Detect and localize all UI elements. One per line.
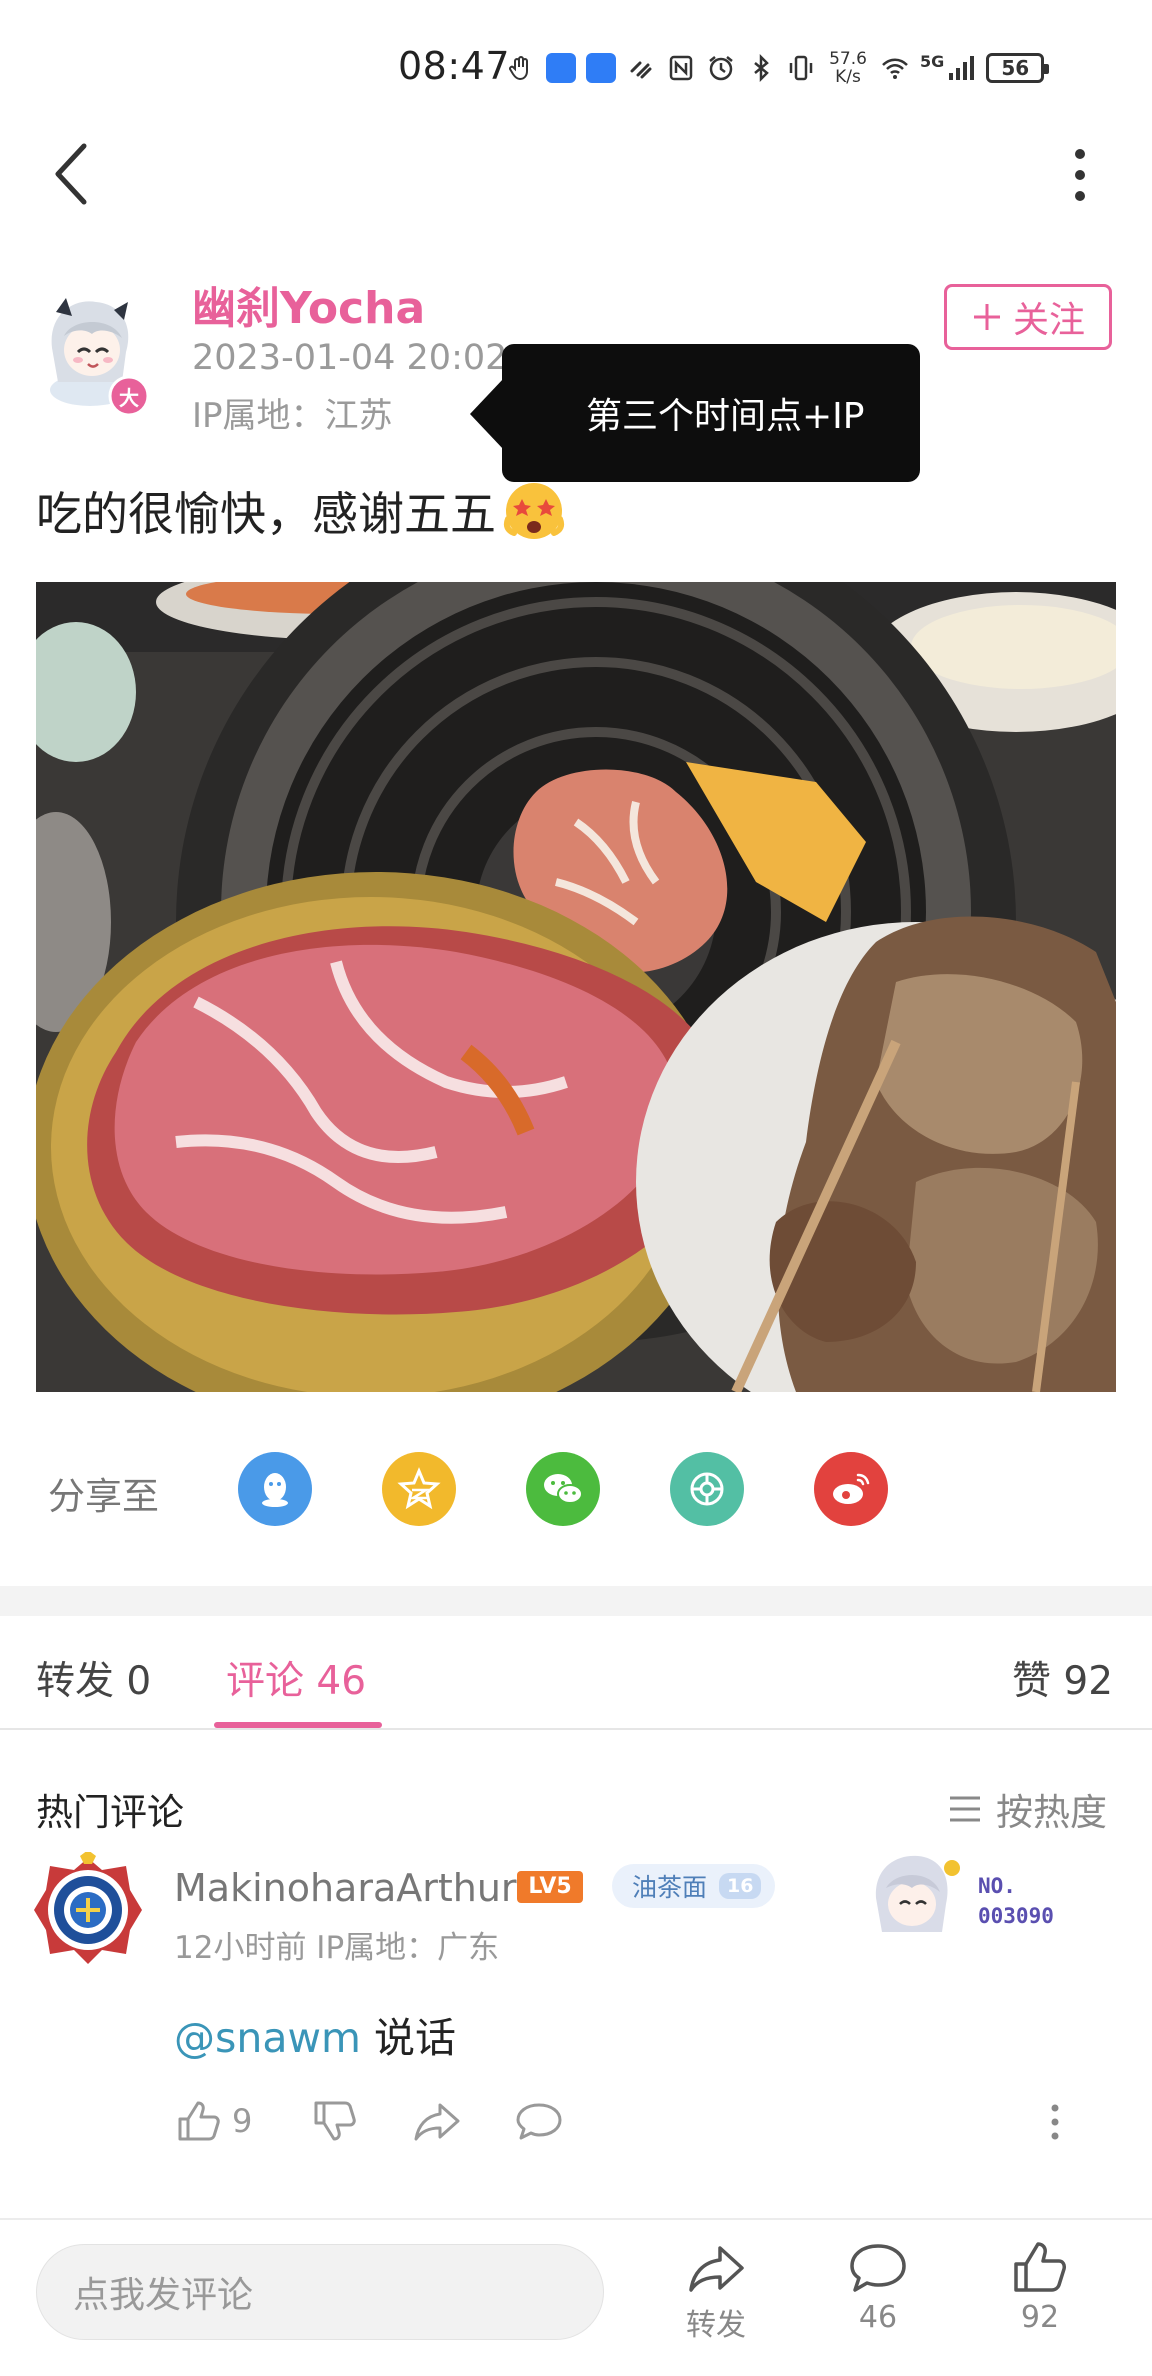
- comment-input[interactable]: 点我发评论: [36, 2244, 604, 2340]
- nfc-icon: [669, 55, 693, 81]
- comments-count: 46: [858, 2300, 898, 2335]
- back-arrow-icon: [55, 143, 87, 205]
- post-photo[interactable]: [36, 582, 1116, 1392]
- status-icons: 57.6 K/s 5G 56: [506, 48, 1050, 88]
- comment-like-button[interactable]: 9: [174, 2096, 252, 2146]
- bluetooth-icon: [754, 53, 769, 83]
- status-bar: 08:47 57.6 K/s 5G 56: [0, 0, 1152, 130]
- level-badge: LV5: [516, 1868, 584, 1906]
- comment-input-placeholder: 点我发评论: [73, 2275, 254, 2316]
- club-crest-avatar-icon: [34, 1850, 142, 1964]
- wechat-icon: [544, 1474, 583, 1504]
- network-speed: 57.6 K/s: [829, 49, 867, 87]
- comments-button[interactable]: 46: [818, 2240, 938, 2360]
- likes-count: 92: [1020, 2300, 1060, 2335]
- tab-reposts[interactable]: 转发 0: [36, 1650, 151, 1706]
- comment-meta: 12小时前 IP属地：广东: [174, 1930, 500, 1966]
- tab-comments[interactable]: 评论 46: [226, 1650, 366, 1706]
- signal-icon: [949, 56, 975, 80]
- share-weibo-button[interactable]: [814, 1452, 888, 1526]
- more-vertical-icon: [1051, 2104, 1059, 2140]
- share-moments-button[interactable]: [670, 1452, 744, 1526]
- author-avatar[interactable]: 大: [38, 290, 156, 417]
- tooltip-text: 第三个时间点+IP: [586, 396, 865, 437]
- vibrate-icon: [789, 55, 813, 81]
- comment-more-button[interactable]: [1040, 2100, 1070, 2144]
- more-options-button[interactable]: [1060, 140, 1100, 210]
- card-number: 003090: [978, 1904, 1054, 1928]
- grilled-meat-photo: [36, 582, 1116, 1392]
- commenter-avatar[interactable]: [30, 1850, 146, 1970]
- qzone-icon: [397, 1467, 441, 1510]
- share-label: 分享至: [48, 1475, 159, 1518]
- starry-eyes-emoji-icon: [503, 483, 565, 539]
- hot-comments-title: 热门评论: [36, 1791, 184, 1834]
- avatar-badge: 大: [119, 386, 139, 410]
- plus-icon: [973, 304, 1000, 330]
- status-time: 08:47: [398, 44, 511, 88]
- thumbs-up-icon: [1014, 2242, 1066, 2292]
- card-number-label: NO.: [978, 1874, 1016, 1898]
- follow-label: 关注: [1012, 300, 1085, 341]
- comment-like-count: 9: [232, 2102, 253, 2140]
- repost-arrow-icon: [689, 2246, 744, 2292]
- weather-app-icon: [546, 53, 576, 83]
- network-type: 5G: [920, 51, 945, 71]
- more-vertical-icon: [1075, 149, 1085, 201]
- comment-body: 说话: [360, 2014, 456, 2062]
- anime-character-card-icon: [875, 1855, 960, 1932]
- decoration-card: NO. 003090: [866, 1848, 1086, 1948]
- tab-divider: [0, 1728, 1152, 1730]
- alarm-icon: [709, 56, 733, 81]
- share-qzone-button[interactable]: [382, 1452, 456, 1526]
- fan-medal-name: 油茶面: [632, 1873, 708, 1902]
- tab-likes[interactable]: 赞 92: [1012, 1650, 1113, 1706]
- share-qq-button[interactable]: [238, 1452, 312, 1526]
- share-arrow-icon: [414, 2103, 460, 2141]
- annotation-tooltip: 第三个时间点+IP: [470, 344, 920, 482]
- post-text: 吃的很愉快，感谢五五: [36, 478, 566, 544]
- share-wechat-button[interactable]: [526, 1452, 600, 1526]
- post-body: 吃的很愉快，感谢五五: [36, 487, 496, 541]
- link-icon: [630, 61, 652, 79]
- weibo-icon: [833, 1473, 870, 1504]
- sort-lines-icon: [950, 1796, 980, 1822]
- like-button[interactable]: 92: [980, 2240, 1100, 2360]
- post-timestamp: 2023-01-04 20:02: [192, 338, 508, 378]
- qq-icon: [262, 1473, 288, 1507]
- level-label: LV5: [528, 1874, 572, 1899]
- battery-icon: 56: [986, 53, 1050, 83]
- comment-dislike-button[interactable]: [310, 2096, 358, 2146]
- sort-button[interactable]: 按热度: [948, 1782, 1107, 1836]
- thumbs-down-icon: [314, 2101, 356, 2141]
- post-ip-location: IP属地：江苏: [192, 396, 393, 436]
- moments-icon: [690, 1472, 724, 1506]
- bottom-bar-divider: [0, 2218, 1152, 2220]
- comment-text: @snawm 说话: [174, 2004, 456, 2064]
- section-divider: [0, 1586, 1152, 1616]
- repost-label: 转发: [686, 2308, 746, 2343]
- wifi-icon: [882, 58, 908, 79]
- fan-medal-level: 16: [719, 1873, 762, 1899]
- comment-bubble-icon: [850, 2244, 906, 2292]
- comment-reply-button[interactable]: [514, 2096, 564, 2146]
- sort-label: 按热度: [996, 1791, 1107, 1834]
- back-button[interactable]: [44, 136, 104, 212]
- reply-bubble-icon: [516, 2103, 562, 2140]
- thumbs-up-icon: [178, 2101, 220, 2141]
- author-name[interactable]: 幽刹Yocha: [192, 272, 425, 336]
- app-notification-icon: [586, 53, 616, 83]
- comment-share-button[interactable]: [412, 2096, 462, 2146]
- follow-button[interactable]: 关注: [944, 284, 1112, 350]
- repost-button[interactable]: 转发: [656, 2240, 776, 2360]
- mention-link[interactable]: @snawm: [174, 2014, 361, 2062]
- fan-medal-badge[interactable]: 油茶面 16: [612, 1864, 776, 1908]
- commenter-name[interactable]: MakinoharaArthur: [174, 1866, 517, 1910]
- hand-icon: [509, 56, 528, 81]
